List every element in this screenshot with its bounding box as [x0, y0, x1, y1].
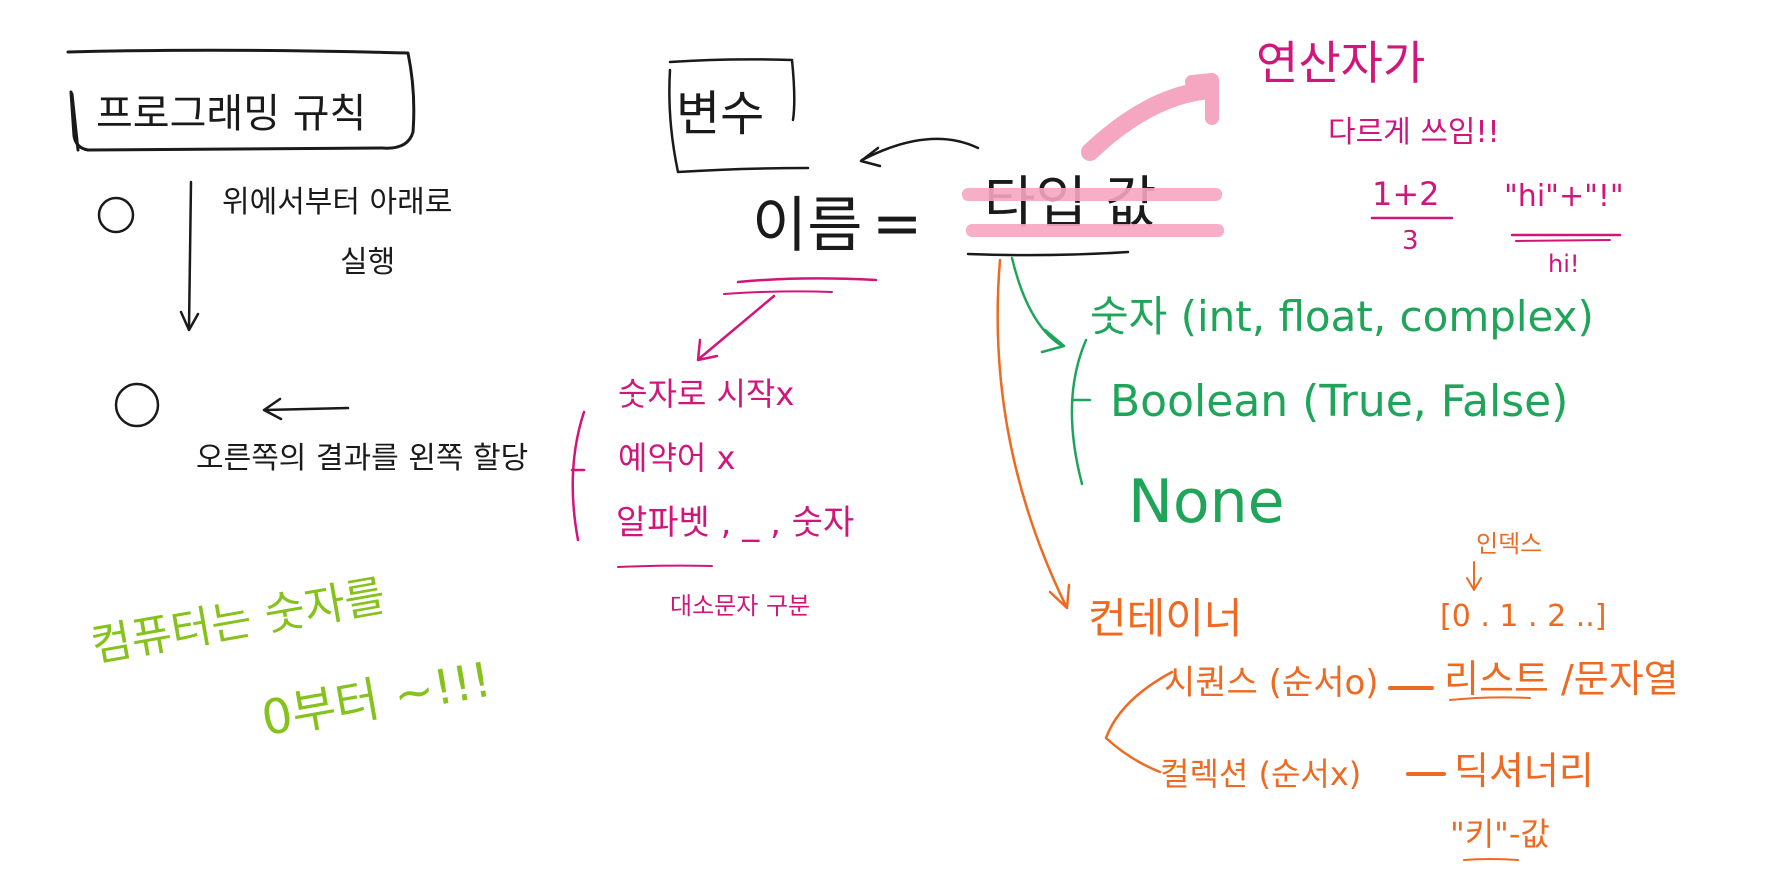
ex2-result: hi! [1548, 250, 1580, 278]
key-underline [1463, 858, 1519, 861]
rules-title: 프로그래밍 규칙 [96, 91, 367, 137]
alphabet-underline [617, 564, 713, 568]
variable-name: 이름 [752, 191, 863, 261]
type-value-strike-bottom [966, 224, 1224, 237]
index-label: 인덱스 [1476, 530, 1543, 558]
types-arrow [1010, 256, 1064, 348]
name-underline-2 [723, 290, 833, 295]
operator-note-line1: 연산자가 [1256, 36, 1426, 90]
step1-line2: 실행 [340, 245, 396, 280]
types-bracket [1070, 338, 1088, 486]
type-none: None [1128, 467, 1285, 537]
step1-line1: 위에서부터 아래로 [222, 185, 453, 220]
naming-rule-2: 예약어 x [618, 439, 736, 477]
operator-note-line2: 다르게 쓰임!! [1328, 115, 1500, 150]
collection-label: 컬렉션 (순서x) [1160, 755, 1362, 793]
ex2-expression: "hi"+"!" [1504, 179, 1624, 214]
sequence-label: 시퀀스 (순서o) [1164, 663, 1379, 703]
naming-arrow [698, 294, 776, 360]
top-to-bottom-arrow [187, 180, 193, 330]
index-values: [0 . 1 . 2 ..] [1440, 599, 1607, 634]
naming-rule-3: 알파벳 , _ , 숫자 [616, 503, 855, 543]
step2-text: 오른쪽의 결과를 왼쪽 할당 [196, 441, 529, 476]
collection-result: 딕셔너리 [1454, 749, 1594, 793]
ex1-expression: 1+2 [1372, 175, 1440, 213]
ex1-result: 3 [1402, 226, 1419, 256]
name-underline [736, 277, 878, 284]
type-value-underline [966, 250, 1130, 257]
type-value-strike-top [962, 188, 1222, 201]
type-number: 숫자 (int, float, complex) [1090, 292, 1594, 341]
variable-equals: = [872, 189, 923, 259]
assignment-arrow [860, 137, 980, 162]
ex2-fraction-line-2 [1515, 239, 1611, 242]
right-to-left-arrow [263, 406, 350, 412]
operator-arrow [1081, 81, 1219, 161]
container-arrowhead [1048, 583, 1071, 610]
naming-note: 대소문자 구분 [670, 592, 811, 620]
sequence-result: 리스트 /문자열 [1444, 657, 1679, 701]
type-boolean: Boolean (True, False) [1110, 376, 1569, 427]
key-value: "키"-값 [1450, 815, 1550, 853]
naming-rule-1: 숫자로 시작x [618, 375, 795, 413]
container-label: 컨테이너 [1088, 594, 1243, 643]
naming-bracket [571, 410, 586, 542]
variable-label: 변수 [676, 86, 765, 142]
